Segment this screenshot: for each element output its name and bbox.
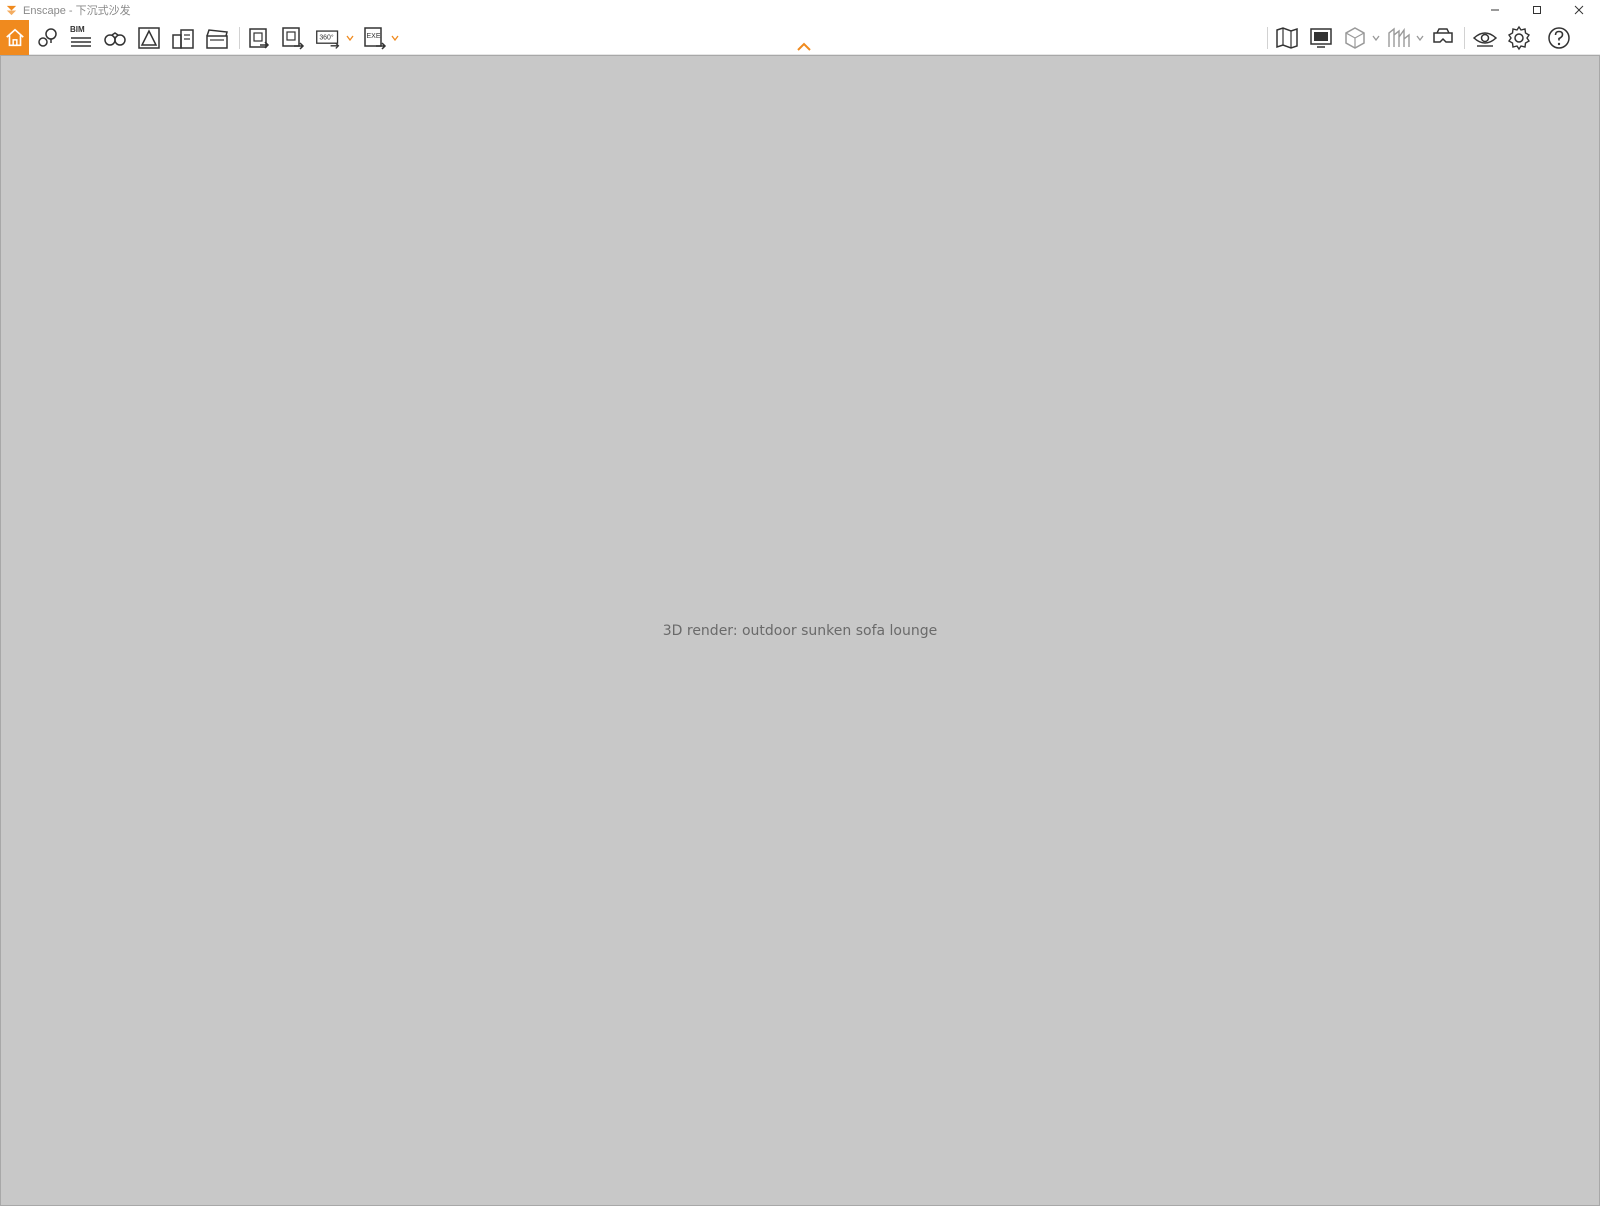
- vr-button[interactable]: [1428, 20, 1458, 55]
- export-image-button[interactable]: [278, 20, 308, 55]
- panorama-export-icon: [282, 26, 305, 50]
- buildings-icon: [172, 28, 194, 49]
- toolbar-separator: [1267, 27, 1268, 49]
- asset-dropdown-caret[interactable]: [1372, 34, 1380, 42]
- chevron-down-icon: [1416, 35, 1424, 41]
- cityscape-icon: [1388, 27, 1410, 47]
- exe-export-icon: EXE: [364, 26, 387, 50]
- cube-icon: [1345, 26, 1365, 49]
- home-icon: [5, 28, 24, 46]
- map-button[interactable]: [1272, 20, 1302, 55]
- vr-headset-icon: [1433, 27, 1453, 43]
- batch-render-icon: [249, 27, 270, 49]
- batch-render-button[interactable]: [244, 20, 274, 55]
- chevron-down-icon: [1372, 35, 1380, 41]
- monitor-icon: [1310, 27, 1332, 48]
- close-icon: [1574, 5, 1584, 15]
- exe-export-button[interactable]: EXE: [360, 20, 390, 55]
- binoculars-icon: [104, 31, 126, 46]
- maximize-button[interactable]: [1516, 0, 1558, 20]
- exe-dropdown-caret[interactable]: [391, 34, 399, 42]
- buildings-button[interactable]: [168, 20, 198, 55]
- maximize-icon: [1533, 6, 1541, 14]
- location-pin-icon: [38, 27, 57, 47]
- chevron-down-icon: [346, 35, 354, 41]
- panorama-dropdown-caret[interactable]: [346, 34, 354, 42]
- help-icon: [1548, 26, 1570, 49]
- chevron-down-icon: [391, 35, 399, 41]
- scene-image-placeholder[interactable]: 3D render: outdoor sunken sofa lounge: [0, 55, 1600, 1206]
- settings-button[interactable]: [1504, 20, 1534, 55]
- help-button[interactable]: [1544, 20, 1574, 55]
- chevron-up-icon: [797, 42, 811, 51]
- toolbar-separator: [1464, 27, 1465, 49]
- bim-label: BIM: [70, 25, 85, 34]
- panorama-360-button[interactable]: 360°: [312, 20, 344, 55]
- orbit-view-button[interactable]: [100, 20, 130, 55]
- panorama-360-icon: 360°: [316, 29, 340, 49]
- exe-label: EXE: [367, 33, 381, 40]
- toolbar-collapse-toggle[interactable]: [796, 42, 812, 52]
- enscape-logo-icon: [4, 3, 18, 17]
- cityscape-dropdown-caret[interactable]: [1416, 34, 1424, 42]
- home-button[interactable]: [0, 20, 29, 55]
- minimize-icon: [1491, 9, 1499, 11]
- cityscape-button[interactable]: [1384, 20, 1414, 55]
- minimize-button[interactable]: [1474, 0, 1516, 20]
- visual-settings-button[interactable]: [1470, 20, 1500, 55]
- bim-button[interactable]: BIM: [66, 20, 96, 55]
- close-button[interactable]: [1558, 0, 1600, 20]
- video-editor-button[interactable]: [202, 20, 232, 55]
- monitor-button[interactable]: [1306, 20, 1336, 55]
- scene-placeholder-label: 3D render: outdoor sunken sofa lounge: [662, 622, 938, 639]
- panorama-label: 360°: [319, 33, 334, 41]
- toolbar-separator: [239, 27, 240, 49]
- window-controls: [1474, 0, 1600, 20]
- perspective-button[interactable]: [134, 20, 164, 55]
- clapperboard-icon: [206, 28, 228, 49]
- map-icon: [1276, 26, 1298, 49]
- title-bar: Enscape - 下沉式沙发: [0, 0, 1600, 20]
- eye-icon: [1472, 31, 1498, 47]
- location-button[interactable]: [33, 20, 63, 55]
- perspective-icon: [138, 26, 160, 49]
- asset-library-button[interactable]: [1340, 20, 1370, 55]
- render-viewport[interactable]: 3D render: outdoor sunken sofa lounge: [0, 55, 1600, 1206]
- gear-icon: [1508, 25, 1530, 50]
- window-title: Enscape - 下沉式沙发: [23, 5, 131, 17]
